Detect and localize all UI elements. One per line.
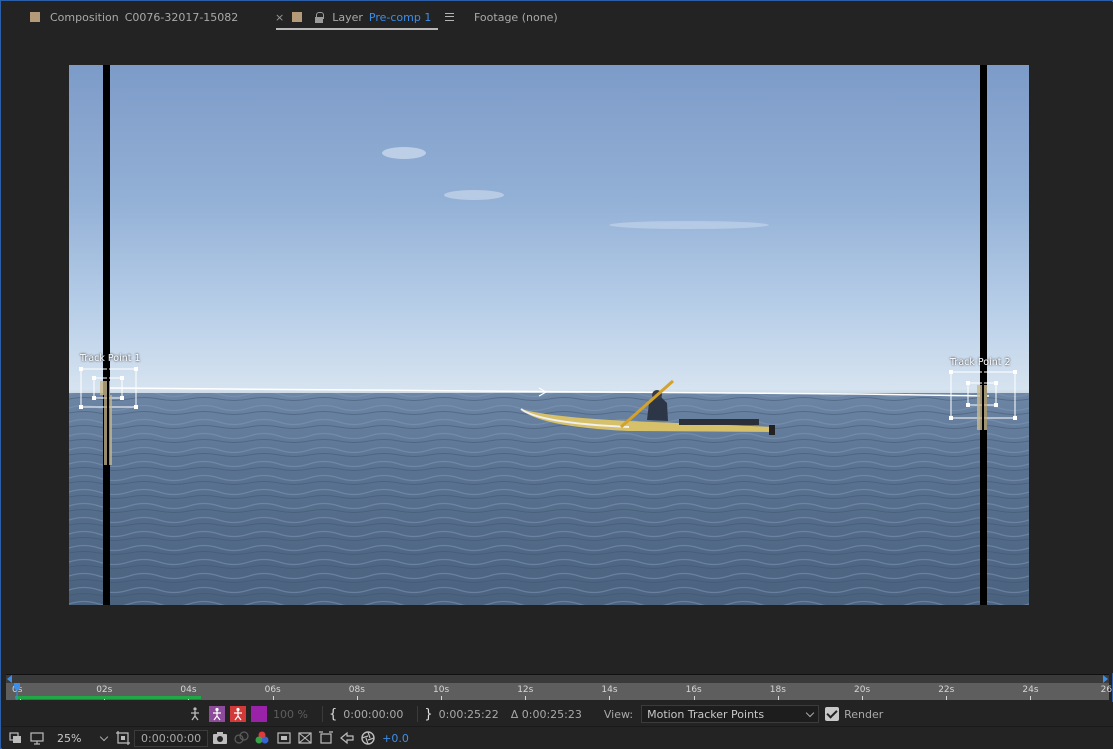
tab-layer-name: Pre-comp 1 [368, 10, 432, 24]
layer-controls-row: 100 % { 0:00:00:00 } 0:00:25:22 Δ 0:00:2… [2, 702, 1113, 726]
time-ruler-tick-label: 14s [601, 685, 618, 695]
time-ruler-tick-mark [1030, 696, 1032, 700]
time-ruler-tick-label: 06s [264, 685, 281, 695]
time-ruler-tick-mark [441, 696, 442, 700]
time-ruler-tick-label: 22s [938, 685, 955, 695]
out-point-time[interactable]: 0:00:25:22 [439, 708, 499, 721]
layer-viewer[interactable]: Track Point 1 Track Point 2 [2, 32, 1113, 673]
separator [417, 706, 419, 722]
opacity-value[interactable]: 100 % [273, 708, 308, 721]
active-tab-indicator [276, 28, 438, 30]
footage-image [69, 65, 1029, 605]
monitor-icon[interactable] [29, 730, 45, 746]
always-preview-icon[interactable] [8, 730, 24, 746]
puppet-pin-icon[interactable] [187, 706, 203, 722]
time-ruler-tick-mark [525, 696, 527, 700]
time-navigator-bar[interactable] [6, 674, 1109, 683]
show-snapshot-icon[interactable] [233, 730, 249, 746]
close-tab-icon[interactable]: × [275, 11, 284, 24]
time-ruler-tick-label: 12s [517, 685, 534, 695]
tab-footage[interactable]: Footage (none) [474, 2, 558, 32]
work-area-bar[interactable] [15, 696, 201, 699]
set-in-point-button-icon[interactable] [209, 706, 225, 722]
exposure-value[interactable]: +0.0 [382, 732, 409, 745]
time-ruler-tick-label: 08s [348, 685, 365, 695]
time-ruler-tick-mark [356, 696, 358, 700]
transparency-grid-icon[interactable] [297, 730, 313, 746]
time-ruler-tick-mark [946, 696, 948, 700]
magnification-value: 25% [57, 731, 82, 745]
chevron-down-icon [99, 732, 109, 741]
show-channel-icon[interactable] [254, 730, 270, 746]
view-label: View: [603, 707, 634, 721]
magnification-dropdown[interactable]: 25% [51, 729, 113, 747]
time-ruler-tick-mark [862, 696, 863, 700]
time-ruler-tick-mark [609, 696, 611, 700]
render-label: Render [844, 707, 884, 721]
time-ruler-tick-label: 24s [1022, 685, 1039, 695]
track-point-2-label[interactable]: Track Point 2 [950, 357, 1011, 368]
safe-margins-icon[interactable] [318, 730, 334, 746]
duration-value: Δ 0:00:25:23 [510, 707, 582, 721]
set-out-point-button-icon[interactable] [230, 706, 246, 722]
label-color-swatch-icon [30, 12, 40, 22]
render-checkbox[interactable] [825, 707, 840, 721]
view-dropdown-value: Motion Tracker Points [647, 707, 765, 721]
reset-exposure-icon[interactable] [339, 730, 355, 746]
snapshot-camera-icon[interactable] [212, 730, 228, 746]
exposure-aperture-icon[interactable] [360, 730, 376, 746]
time-ruler-tick-mark [777, 696, 779, 700]
layer-panel-window: Composition C0076-32017-15082 × Layer Pr… [0, 0, 1113, 749]
region-of-interest-icon[interactable] [115, 730, 131, 746]
time-ruler-tick-mark [272, 696, 274, 700]
footage-frame[interactable]: Track Point 1 Track Point 2 [69, 65, 1029, 605]
time-ruler-tick-label: 26 [1100, 685, 1113, 695]
label-color-swatch-icon [292, 12, 303, 22]
track-point-1-label[interactable]: Track Point 1 [80, 353, 141, 364]
time-ruler-tick-label: 02s [96, 685, 113, 695]
time-ruler-tick-label: 16s [685, 685, 702, 695]
view-dropdown[interactable]: Motion Tracker Points [641, 705, 820, 723]
panel-menu-icon[interactable] [445, 13, 455, 21]
time-ruler-tick-label: 20s [854, 685, 871, 695]
time-ruler-tick-label: 10s [433, 685, 450, 695]
current-time-indicator-icon[interactable] [14, 674, 20, 700]
time-ruler-tick-mark [693, 696, 695, 700]
time-ruler-tick-label: 04s [180, 685, 197, 695]
current-time-field[interactable]: 0:00:00:00 [134, 729, 209, 747]
viewer-bottom-toolbar: 25% 0:00:00:00 +0.0 [2, 726, 1113, 749]
in-point-bracket-icon[interactable]: { [329, 707, 337, 722]
panel-tab-bar: Composition C0076-32017-15082 × Layer Pr… [2, 2, 1113, 32]
tab-composition[interactable]: Composition C0076-32017-15082 [30, 2, 238, 32]
in-point-time[interactable]: 0:00:00:00 [343, 708, 403, 721]
time-ruler-tick-label: 18s [769, 685, 786, 695]
toggle-mask-visibility-icon[interactable] [276, 730, 292, 746]
tab-composition-name: C0076-32017-15082 [124, 10, 239, 24]
chevron-down-icon [805, 708, 815, 717]
time-ruler[interactable]: 0s02s04s06s08s10s12s14s16s18s20s22s24s26 [6, 674, 1113, 700]
separator [321, 706, 323, 722]
lock-icon[interactable] [314, 11, 325, 23]
tab-layer-prefix: Layer [332, 10, 363, 24]
out-point-bracket-icon[interactable]: } [424, 707, 432, 722]
tab-footage-label: Footage (none) [474, 10, 558, 24]
tab-composition-prefix: Composition [50, 10, 119, 24]
color-swatch-icon[interactable] [251, 706, 267, 722]
